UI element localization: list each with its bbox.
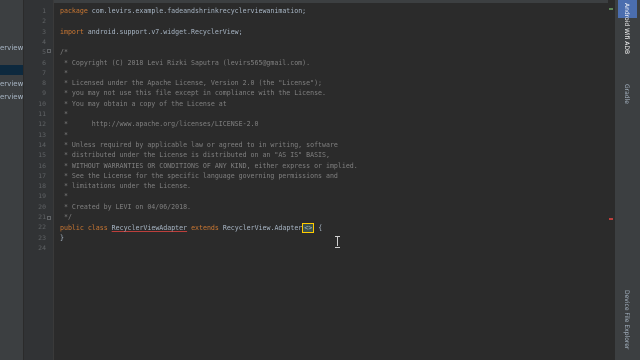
package-declaration[interactable]: package com.levirs.example.fadeandshrink… (60, 6, 306, 16)
line-number: 22 (38, 223, 46, 232)
generic-brackets[interactable]: <> (302, 223, 315, 233)
line-number: 19 (38, 192, 46, 201)
line-number: 6 (42, 58, 46, 67)
comment-line: * WITHOUT WARRANTIES OR CONDITIONS OF AN… (60, 161, 358, 170)
close-brace: } (60, 234, 64, 242)
project-selected-row[interactable] (0, 65, 24, 75)
project-item[interactable]: erviewa (0, 79, 24, 89)
import-statement[interactable]: import android.support.v7.widget.Recycle… (60, 27, 243, 37)
comment-line: * Licensed under the Apache License, Ver… (60, 79, 323, 88)
comment-line: * You may obtain a copy of the License a… (60, 99, 227, 108)
open-brace: { (314, 224, 323, 232)
marker-ok[interactable] (609, 8, 613, 10)
comment-line: * (60, 192, 68, 201)
class-keyword: class (87, 224, 108, 232)
line-number: 15 (38, 151, 46, 160)
package-name: com.levirs.example.fadeandshrinkrecycler… (87, 7, 307, 15)
public-keyword: public (60, 224, 84, 232)
package-keyword: package (60, 7, 88, 15)
extends-keyword: extends (191, 224, 219, 232)
class-name: RecyclerViewAdapter (111, 224, 188, 232)
line-number: 23 (38, 233, 46, 242)
line-number: 20 (38, 202, 46, 211)
line-number: 13 (38, 130, 46, 139)
comment-line: * (60, 110, 68, 118)
line-number: 10 (38, 99, 46, 108)
super-type: RecyclerView.Adapter (222, 224, 303, 232)
tab-device-file-explorer[interactable]: Device File Explorer (623, 290, 630, 349)
line-number: 18 (38, 182, 46, 191)
mouse-ibeam-cursor-icon (335, 236, 341, 248)
line-number: 3 (42, 27, 46, 36)
comment-line: * you may not use this file except in co… (60, 89, 326, 98)
line-number: 2 (42, 17, 46, 26)
right-tool-strip: Android Wifi ADB Gradle Device File Expl… (614, 0, 640, 360)
tab-android-wifi-adb[interactable]: Android Wifi ADB (623, 3, 630, 54)
class-declaration[interactable]: public class RecyclerViewAdapter extends… (60, 223, 322, 233)
comment-line: * (60, 68, 68, 77)
tab-gradle[interactable]: Gradle (623, 84, 630, 104)
project-item[interactable]: erviewa (0, 43, 24, 53)
comment-line: * Unless required by applicable law or a… (60, 140, 338, 149)
line-number: 8 (42, 79, 46, 88)
line-number: 12 (38, 120, 46, 129)
comment-line: */ (60, 213, 72, 221)
project-item[interactable]: erviewa (0, 92, 24, 102)
line-number: 16 (38, 161, 46, 170)
project-panel[interactable]: erviewa erviewa erviewa (0, 0, 24, 360)
closing-brace-line[interactable]: } (60, 233, 64, 243)
import-name: android.support.v7.widget.RecyclerView; (83, 28, 243, 36)
fold-toggle-icon[interactable] (47, 49, 51, 53)
marker-error[interactable] (609, 218, 613, 220)
import-keyword: import (60, 28, 84, 36)
line-number: 1 (42, 7, 46, 15)
editor-tab-bar (54, 0, 610, 3)
comment-line: * See the License for the specific langu… (60, 171, 338, 180)
comment-line: * Copyright (C) 2018 Levi Rizki Saputra … (60, 58, 311, 67)
line-number: 14 (38, 140, 46, 149)
comment-line: * distributed under the License is distr… (60, 151, 330, 160)
line-number: 9 (42, 89, 46, 98)
line-number: 24 (38, 243, 46, 252)
line-number: 17 (38, 171, 46, 180)
line-number: 7 (42, 68, 46, 77)
line-number: 5 (42, 48, 46, 57)
comment-line: * limitations under the License. (60, 182, 192, 191)
comment-line: * (60, 130, 68, 139)
comment-line: /* (60, 48, 68, 57)
fold-toggle-icon[interactable] (47, 216, 51, 220)
line-number: 21 (38, 213, 46, 221)
line-number: 11 (38, 110, 46, 118)
comment-line: * Created by LEVI on 04/06/2018. (60, 202, 192, 211)
line-number: 4 (42, 37, 46, 46)
comment-line: * http://www.apache.org/licenses/LICENSE… (60, 120, 259, 129)
